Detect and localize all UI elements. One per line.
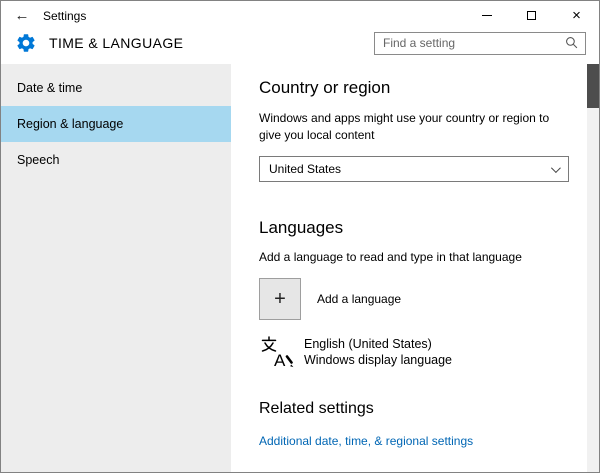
search-box[interactable] (374, 32, 586, 55)
page-header: TIME & LANGUAGE (1, 30, 599, 64)
svg-text:A: A (274, 351, 286, 369)
maximize-icon (527, 11, 536, 20)
language-status: Windows display language (304, 352, 452, 368)
minimize-icon (482, 15, 492, 16)
languages-description: Add a language to read and type in that … (259, 250, 569, 264)
back-icon: ← (15, 7, 30, 24)
related-settings-heading: Related settings (259, 400, 569, 418)
window-title: Settings (43, 9, 86, 23)
close-icon: × (572, 8, 581, 23)
language-list-item[interactable]: A English (United States) Windows displa… (259, 334, 569, 370)
maximize-button[interactable] (509, 1, 554, 30)
sidebar-item-date-time[interactable]: Date & time (1, 70, 231, 106)
gear-icon (13, 30, 39, 56)
section-title: TIME & LANGUAGE (49, 35, 183, 51)
search-input[interactable] (383, 36, 565, 50)
language-icon: A (259, 334, 295, 370)
main-content: Country or region Windows and apps might… (231, 64, 599, 472)
close-button[interactable]: × (554, 1, 599, 30)
search-icon[interactable] (565, 36, 579, 50)
sidebar-item-label: Region & language (17, 117, 123, 131)
additional-settings-link[interactable]: Additional date, time, & regional settin… (259, 434, 473, 448)
language-item-texts: English (United States) Windows display … (304, 336, 452, 368)
language-name: English (United States) (304, 336, 452, 352)
sidebar-item-region-language[interactable]: Region & language (1, 106, 231, 142)
dropdown-selected-value: United States (269, 162, 551, 176)
chevron-down-icon (551, 163, 561, 173)
add-language-button[interactable]: + Add a language (259, 278, 569, 320)
back-button[interactable]: ← (1, 1, 43, 30)
sidebar: Date & time Region & language Speech (1, 64, 231, 472)
scrollbar-track[interactable] (587, 64, 599, 472)
window-body: Date & time Region & language Speech Cou… (1, 64, 599, 472)
country-region-dropdown[interactable]: United States (259, 156, 569, 182)
country-region-heading: Country or region (259, 78, 569, 98)
country-region-description: Windows and apps might use your country … (259, 110, 569, 144)
languages-heading: Languages (259, 218, 569, 238)
minimize-button[interactable] (464, 1, 509, 30)
sidebar-item-speech[interactable]: Speech (1, 142, 231, 178)
sidebar-item-label: Date & time (17, 81, 82, 95)
window-controls: × (464, 1, 599, 30)
plus-icon: + (259, 278, 301, 320)
sidebar-item-label: Speech (17, 153, 59, 167)
settings-window: ← Settings × TIME & LANGUAGE (0, 0, 600, 473)
titlebar: ← Settings × (1, 1, 599, 30)
add-language-label: Add a language (317, 292, 401, 306)
scrollbar-thumb[interactable] (587, 64, 599, 108)
